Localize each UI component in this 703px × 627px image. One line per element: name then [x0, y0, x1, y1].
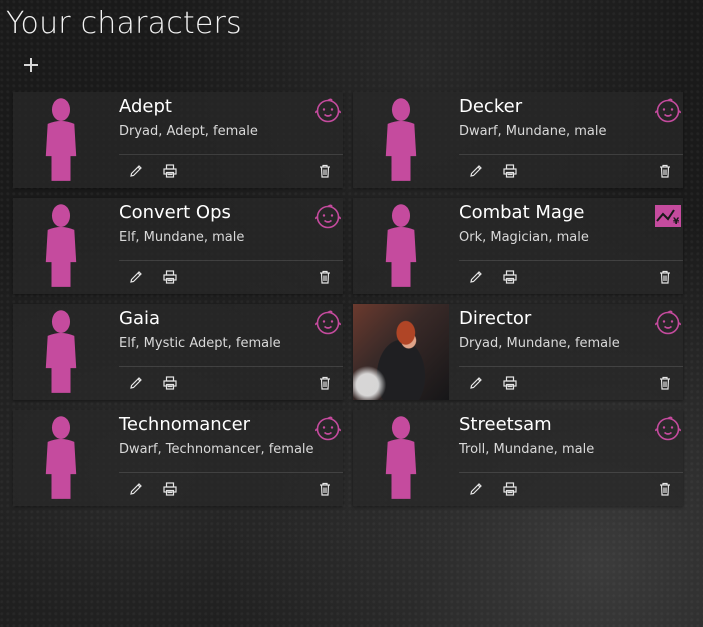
- character-description: Dwarf, Technomancer, female: [119, 442, 314, 457]
- character-name: Gaia: [119, 308, 161, 329]
- character-name: Decker: [459, 96, 523, 117]
- character-name: Technomancer: [119, 414, 251, 435]
- print-icon[interactable]: [161, 268, 179, 286]
- character-name: Convert Ops: [119, 202, 231, 223]
- character-card[interactable]: Adept Dryad, Adept, female: [13, 92, 343, 188]
- character-portrait: [353, 304, 449, 400]
- silhouette-icon: [13, 198, 109, 294]
- card-divider: [459, 260, 683, 261]
- card-divider: [119, 154, 343, 155]
- page-title: Your characters: [6, 6, 242, 41]
- card-divider: [119, 366, 343, 367]
- character-description: Ork, Magician, male: [459, 230, 589, 245]
- edit-icon[interactable]: [467, 162, 485, 180]
- character-card[interactable]: Convert Ops Elf, Mundane, male: [13, 198, 343, 294]
- silhouette-icon: [13, 92, 109, 188]
- delete-icon[interactable]: [656, 374, 674, 392]
- svg-text:¥: ¥: [673, 217, 680, 227]
- delete-icon[interactable]: [316, 374, 334, 392]
- baby-face-icon: [315, 97, 341, 123]
- character-card[interactable]: Director Dryad, Mundane, female: [353, 304, 683, 400]
- edit-icon[interactable]: [127, 268, 145, 286]
- delete-icon[interactable]: [656, 480, 674, 498]
- delete-icon[interactable]: [316, 480, 334, 498]
- character-description: Elf, Mundane, male: [119, 230, 245, 245]
- character-description: Troll, Mundane, male: [459, 442, 595, 457]
- edit-icon[interactable]: [467, 268, 485, 286]
- card-divider: [119, 260, 343, 261]
- edit-icon[interactable]: [127, 374, 145, 392]
- character-card[interactable]: Streetsam Troll, Mundane, male: [353, 410, 683, 506]
- silhouette-icon: [353, 198, 449, 294]
- print-icon[interactable]: [501, 268, 519, 286]
- edit-icon[interactable]: [467, 374, 485, 392]
- print-icon[interactable]: [501, 162, 519, 180]
- karma-chart-icon: ¥: [655, 203, 681, 229]
- silhouette-icon: [13, 410, 109, 506]
- character-name: Adept: [119, 96, 172, 117]
- delete-icon[interactable]: [316, 162, 334, 180]
- character-card[interactable]: Gaia Elf, Mystic Adept, female: [13, 304, 343, 400]
- print-icon[interactable]: [501, 374, 519, 392]
- baby-face-icon: [315, 309, 341, 335]
- baby-face-icon: [655, 309, 681, 335]
- silhouette-icon: [353, 92, 449, 188]
- character-description: Elf, Mystic Adept, female: [119, 336, 281, 351]
- card-divider: [459, 366, 683, 367]
- edit-icon[interactable]: [127, 480, 145, 498]
- card-divider: [119, 472, 343, 473]
- baby-face-icon: [655, 415, 681, 441]
- character-description: Dryad, Mundane, female: [459, 336, 620, 351]
- delete-icon[interactable]: [656, 268, 674, 286]
- silhouette-icon: [13, 304, 109, 400]
- character-card[interactable]: Combat Mage Ork, Magician, male ¥: [353, 198, 683, 294]
- baby-face-icon: [315, 203, 341, 229]
- card-divider: [459, 154, 683, 155]
- card-divider: [459, 472, 683, 473]
- character-card[interactable]: Technomancer Dwarf, Technomancer, female: [13, 410, 343, 506]
- silhouette-icon: [353, 410, 449, 506]
- print-icon[interactable]: [501, 480, 519, 498]
- print-icon[interactable]: [161, 480, 179, 498]
- character-name: Combat Mage: [459, 202, 585, 223]
- character-name: Director: [459, 308, 532, 329]
- character-description: Dwarf, Mundane, male: [459, 124, 607, 139]
- character-name: Streetsam: [459, 414, 552, 435]
- print-icon[interactable]: [161, 374, 179, 392]
- print-icon[interactable]: [161, 162, 179, 180]
- edit-icon[interactable]: [467, 480, 485, 498]
- character-description: Dryad, Adept, female: [119, 124, 258, 139]
- character-card[interactable]: Decker Dwarf, Mundane, male: [353, 92, 683, 188]
- baby-face-icon: [315, 415, 341, 441]
- delete-icon[interactable]: [316, 268, 334, 286]
- add-character-button[interactable]: [20, 54, 42, 76]
- baby-face-icon: [655, 97, 681, 123]
- edit-icon[interactable]: [127, 162, 145, 180]
- delete-icon[interactable]: [656, 162, 674, 180]
